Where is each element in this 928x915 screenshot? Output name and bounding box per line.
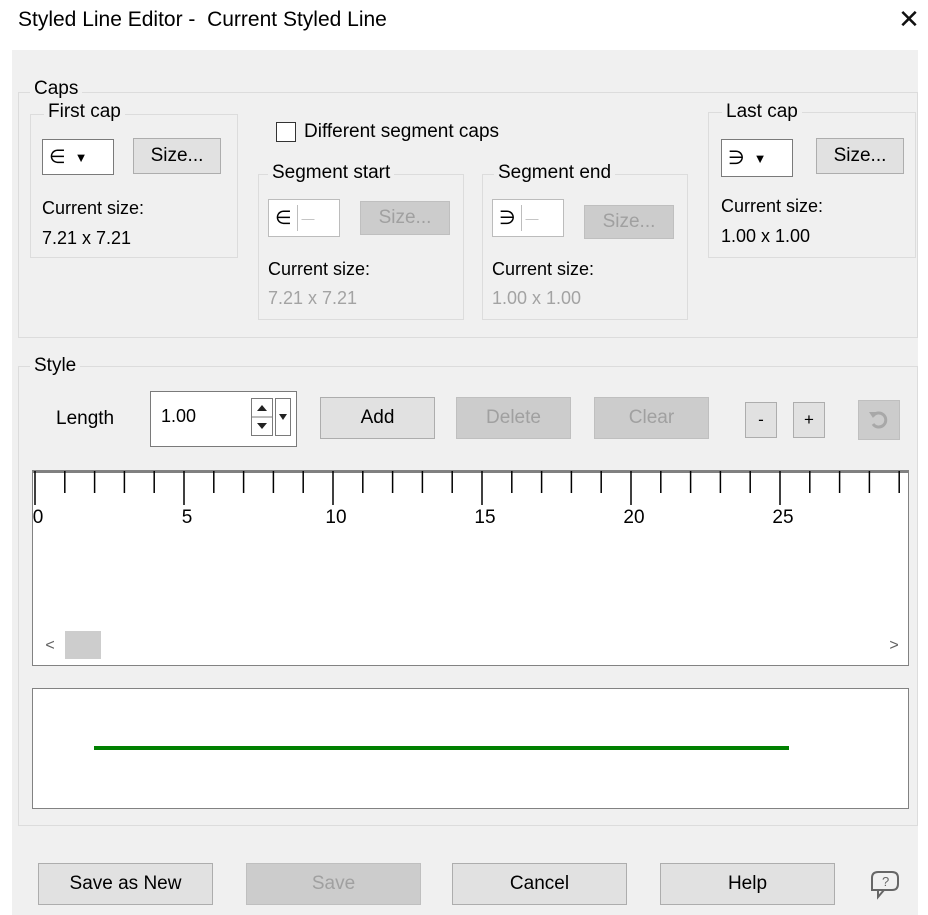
segment-end-current-size-label: Current size: [492, 259, 595, 279]
chevron-down-icon: ▼ [753, 150, 767, 166]
last-cap-current-size-value: 1.00 x 1.00 [721, 226, 811, 246]
ruler-area[interactable]: 0 5 10 15 20 25 < > [32, 470, 909, 666]
spinner-arrows-icon[interactable] [251, 398, 273, 436]
preview-line [94, 746, 789, 750]
chevron-down-icon: ▼ [74, 149, 88, 165]
ruler-label: 15 [474, 507, 496, 528]
segment-end-size-button[interactable]: Size... [584, 205, 674, 239]
zoom-in-button[interactable]: + [793, 402, 825, 438]
first-cap-dropdown[interactable]: ∈ ▼ [42, 139, 114, 175]
help-button[interactable]: Help [660, 863, 835, 905]
close-icon[interactable]: ✕ [896, 4, 922, 34]
first-cap-current-size-value: 7.21 x 7.21 [42, 228, 132, 248]
clear-button[interactable]: Clear [594, 397, 709, 439]
first-cap-label: First cap [44, 101, 125, 123]
caps-group-label: Caps [30, 78, 83, 100]
ruler-label: 10 [325, 507, 347, 528]
undo-icon [869, 411, 888, 429]
last-cap-dropdown[interactable]: ∋ ▼ [721, 139, 793, 177]
scroll-left-arrow[interactable]: < [41, 637, 59, 655]
ruler-label: 25 [772, 507, 794, 528]
window-title: Styled Line Editor - Current Styled Line [18, 8, 387, 31]
segment-start-current-size-value: 7.21 x 7.21 [268, 288, 358, 308]
scroll-thumb[interactable] [65, 631, 101, 659]
different-segment-caps-label[interactable]: Different segment caps [304, 121, 499, 143]
first-cap-current-size-label: Current size: [42, 198, 145, 218]
segment-start-size-button[interactable]: Size... [360, 201, 450, 235]
ruler-label: 20 [623, 507, 645, 528]
help-pointer-icon: ? [871, 871, 899, 900]
help-pointer-button[interactable]: ? [864, 864, 906, 902]
segment-end-glyph: ∋ [499, 207, 516, 229]
first-cap-glyph: ∈ [49, 146, 66, 168]
chevron-down-icon: — [525, 210, 539, 226]
save-as-new-button[interactable]: Save as New [38, 863, 213, 905]
style-group-label: Style [30, 355, 81, 377]
length-value[interactable]: 1.00 [161, 406, 196, 427]
zoom-out-button[interactable]: - [745, 402, 777, 438]
add-button[interactable]: Add [320, 397, 435, 439]
last-cap-current-size-label: Current size: [721, 196, 824, 216]
title-bar: Styled Line Editor - Current Styled Line… [0, 0, 928, 44]
last-cap-size-button[interactable]: Size... [816, 138, 904, 174]
svg-text:?: ? [882, 874, 889, 889]
segment-start-glyph: ∈ [275, 207, 292, 229]
ruler-labels: 0 5 10 15 20 25 [33, 507, 908, 537]
different-segment-caps-checkbox[interactable] [276, 122, 296, 142]
last-cap-label: Last cap [722, 101, 802, 123]
scroll-right-arrow[interactable]: > [885, 637, 903, 655]
segment-start-current-size-label: Current size: [268, 259, 371, 279]
segment-start-label: Segment start [268, 162, 395, 184]
first-cap-size-button[interactable]: Size... [133, 138, 221, 174]
segment-end-label: Segment end [494, 162, 616, 184]
segment-end-current-size-value: 1.00 x 1.00 [492, 288, 582, 308]
segment-start-dropdown[interactable]: ∈ — [268, 199, 340, 237]
segment-end-dropdown[interactable]: ∋ — [492, 199, 564, 237]
length-label: Length [56, 408, 115, 429]
cancel-button[interactable]: Cancel [452, 863, 627, 905]
undo-button[interactable] [858, 400, 900, 440]
ruler-label: 0 [32, 507, 44, 528]
length-spinbox[interactable]: 1.00 [150, 391, 297, 447]
line-preview [32, 688, 909, 809]
delete-button[interactable]: Delete [456, 397, 571, 439]
last-cap-glyph: ∋ [728, 147, 745, 169]
chevron-down-icon[interactable] [275, 398, 291, 436]
save-button[interactable]: Save [246, 863, 421, 905]
ruler-label: 5 [181, 507, 193, 528]
chevron-down-icon: — [301, 210, 315, 226]
